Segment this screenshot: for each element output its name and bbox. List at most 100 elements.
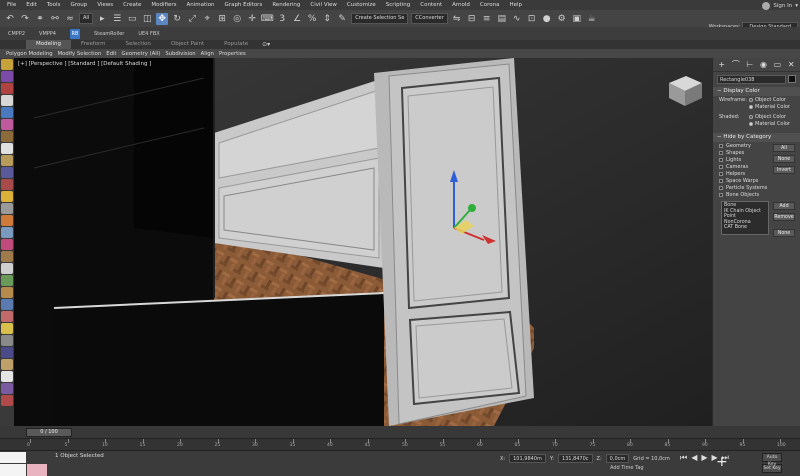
tool-icon-3[interactable] (1, 83, 13, 94)
maxscript-input[interactable] (0, 464, 26, 476)
tool-icon-29[interactable] (1, 395, 13, 406)
ribbon-options-icon[interactable]: ⊙▾ (262, 41, 270, 48)
menu-group[interactable]: Group (65, 2, 92, 8)
tool-icon-9[interactable] (1, 155, 13, 166)
spinner-snap-icon[interactable]: ⇕ (321, 13, 333, 25)
redo-icon[interactable]: ↷ (19, 13, 31, 25)
helpers-checkbox[interactable] (719, 171, 723, 176)
menu-views[interactable]: Views (92, 2, 118, 8)
shelf-item-ue4-fbx[interactable]: UE4 FBX (138, 31, 159, 37)
menu-file[interactable]: File (2, 2, 21, 8)
list-none-button[interactable]: None (773, 229, 795, 237)
auto-key-button[interactable]: Auto Key (762, 453, 782, 467)
ribbon-properties[interactable]: Properties (219, 51, 246, 57)
menu-animation[interactable]: Animation (182, 2, 220, 8)
unlink-icon[interactable]: ⚯ (49, 13, 61, 25)
named-selection-set-dropdown[interactable]: Create Selection Se (351, 13, 409, 24)
next-frame-icon[interactable]: ▶ (712, 453, 718, 463)
shapes-checkbox[interactable] (719, 150, 723, 155)
rb-button[interactable]: RB (69, 28, 80, 39)
tab-populate[interactable]: Populate (214, 40, 258, 49)
graphite-toggle-icon[interactable]: ▤ (496, 13, 508, 25)
mirror-icon[interactable]: ⇋ (451, 13, 463, 25)
tool-icon-15[interactable] (1, 227, 13, 238)
shelf-item-steamroller[interactable]: SteamRoller (94, 31, 124, 37)
object-color-swatch[interactable] (788, 75, 796, 83)
tool-icon-16[interactable] (1, 239, 13, 250)
wire-material-color-radio[interactable] (749, 104, 753, 109)
hierarchy-tab-icon[interactable]: ⊢ (746, 60, 753, 69)
go-to-end-icon[interactable]: ⏭ (722, 453, 729, 463)
tool-icon-18[interactable] (1, 263, 13, 274)
wire-object-color-radio[interactable] (749, 97, 753, 102)
menu-civil-view[interactable]: Civil View (305, 2, 341, 8)
bind-space-warp-icon[interactable]: ≈ (64, 13, 76, 25)
motion-tab-icon[interactable]: ◉ (760, 60, 767, 69)
edit-named-selection-icon[interactable]: ✎ (336, 13, 348, 25)
menu-corona[interactable]: Corona (475, 2, 505, 8)
angle-snap-icon[interactable]: ∠ (291, 13, 303, 25)
tab-selection[interactable]: Selection (116, 40, 161, 49)
tool-icon-17[interactable] (1, 251, 13, 262)
render-icon[interactable]: ☕ (586, 13, 598, 25)
tool-icon-11[interactable] (1, 179, 13, 190)
ribbon-edit[interactable]: Edit (106, 51, 116, 57)
link-icon[interactable]: ⚭ (34, 13, 46, 25)
select-and-scale-icon[interactable]: ⤢ (186, 13, 198, 25)
utilities-tab-icon[interactable]: ✕ (788, 60, 795, 69)
tool-icon-23[interactable] (1, 323, 13, 334)
display-tab-icon[interactable]: ▭ (774, 60, 782, 69)
display-color-rollout[interactable]: − Display Color (713, 87, 800, 96)
time-slider[interactable]: 0 / 100 (26, 427, 72, 437)
menu-modifiers[interactable]: Modifiers (146, 2, 181, 8)
rectangular-selection-icon[interactable]: ▭ (126, 13, 138, 25)
render-frame-icon[interactable]: ▣ (571, 13, 583, 25)
object-name-field[interactable]: Rectangle038 (717, 75, 786, 84)
pivot-center-icon[interactable]: ◎ (231, 13, 243, 25)
menu-arnold[interactable]: Arnold (447, 2, 475, 8)
tab-object-paint[interactable]: Object Paint (161, 40, 214, 49)
menu-content[interactable]: Content (415, 2, 447, 8)
tool-icon-25[interactable] (1, 347, 13, 358)
tool-icon-8[interactable] (1, 143, 13, 154)
none-button[interactable]: None (773, 155, 795, 163)
render-setup-icon[interactable]: ⚙ (556, 13, 568, 25)
placement-icon[interactable]: ⌖ (201, 13, 213, 25)
window-crossing-icon[interactable]: ◫ (141, 13, 153, 25)
ribbon-align[interactable]: Align (201, 51, 214, 57)
modify-tab-icon[interactable]: ⌒ (732, 59, 740, 70)
tool-icon-21[interactable] (1, 299, 13, 310)
layer-explorer-icon[interactable]: ≡ (481, 13, 493, 25)
tool-icon-19[interactable] (1, 275, 13, 286)
tool-icon-24[interactable] (1, 335, 13, 346)
select-object-icon[interactable]: ▸ (96, 13, 108, 25)
geometry-checkbox[interactable] (719, 143, 723, 148)
shelf-item-cmpp2[interactable]: CMPP2 (8, 31, 25, 37)
y-coord-field[interactable]: 131,8470c (557, 454, 593, 463)
menu-create[interactable]: Create (118, 2, 146, 8)
previous-frame-icon[interactable]: ◀ (691, 453, 697, 463)
invert-button[interactable]: Invert (773, 166, 795, 174)
add-time-tag[interactable]: Add Time Tag (610, 465, 644, 471)
ribbon-geometry-all[interactable]: Geometry (All) (122, 51, 161, 57)
tool-icon-20[interactable] (1, 287, 13, 298)
curve-editor-icon[interactable]: ∿ (511, 13, 523, 25)
undo-icon[interactable]: ↶ (4, 13, 16, 25)
tool-icon-26[interactable] (1, 359, 13, 370)
lights-checkbox[interactable] (719, 157, 723, 162)
tool-icon-2[interactable] (1, 71, 13, 82)
select-and-move-icon[interactable]: ✥ (156, 12, 169, 25)
shelf-item-vmpp4[interactable]: VMPP4 (39, 31, 56, 37)
cameras-checkbox[interactable] (719, 164, 723, 169)
sign-in-label[interactable]: Sign In (773, 3, 792, 9)
perspective-viewport[interactable]: [+] [Perspective ] [Standard ] [Default … (14, 58, 712, 426)
shaded-material-color-radio[interactable] (749, 121, 753, 126)
bone-objects-checkbox[interactable] (719, 192, 723, 197)
shaded-object-color-radio[interactable] (749, 114, 753, 119)
manipulate-icon[interactable]: ✛ (246, 13, 258, 25)
go-to-start-icon[interactable]: ⏮ (680, 453, 687, 463)
menu-tools[interactable]: Tools (42, 2, 66, 8)
all-button[interactable]: All (773, 144, 795, 152)
set-key-button[interactable]: Set Key (762, 464, 782, 473)
z-coord-field[interactable]: 0,0cm (605, 454, 630, 463)
